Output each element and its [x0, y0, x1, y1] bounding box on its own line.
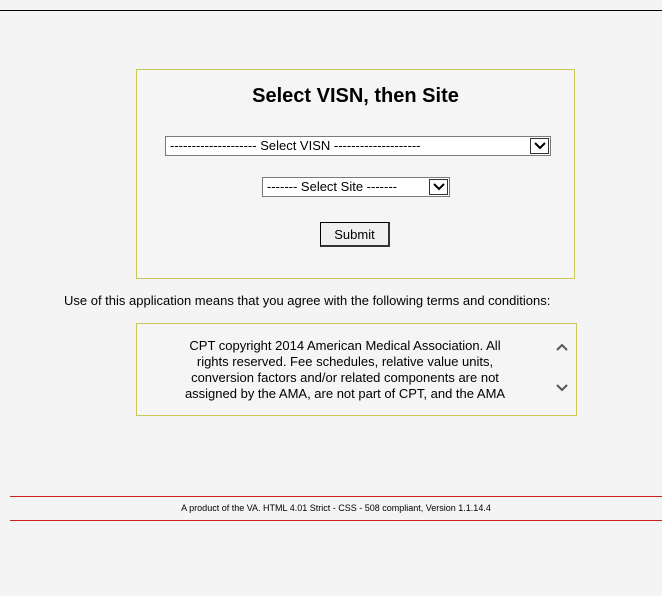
terms-intro-text: Use of this application means that you a…	[64, 293, 551, 308]
terms-line: rights reserved. Fee schedules, relative…	[196, 354, 494, 369]
selection-panel: Select VISN, then Site -----------------…	[136, 69, 575, 279]
chevron-down-icon[interactable]	[429, 179, 448, 195]
site-select-value: ------- Select Site -------	[267, 179, 397, 194]
chevron-down-icon[interactable]	[530, 138, 549, 154]
top-divider	[0, 10, 662, 11]
submit-button[interactable]: Submit	[320, 222, 390, 247]
terms-text: CPT copyright 2014 American Medical Asso…	[145, 338, 545, 402]
visn-select[interactable]: -------------------- Select VISN -------…	[165, 136, 551, 156]
visn-select-value: -------------------- Select VISN -------…	[170, 138, 421, 153]
terms-textarea[interactable]: CPT copyright 2014 American Medical Asso…	[136, 323, 577, 416]
page-title: Select VISN, then Site	[252, 85, 459, 107]
site-select[interactable]: ------- Select Site -------	[262, 177, 450, 197]
terms-line: conversion factors and/or related compon…	[191, 370, 499, 385]
footer-divider-top	[10, 496, 662, 497]
terms-line: CPT copyright 2014 American Medical Asso…	[189, 338, 501, 353]
scroll-up-icon[interactable]	[554, 340, 570, 352]
footer-text: A product of the VA. HTML 4.01 Strict - …	[181, 503, 491, 513]
footer-divider-bottom	[10, 520, 662, 521]
terms-line: assigned by the AMA, are not part of CPT…	[184, 386, 506, 401]
scroll-down-icon[interactable]	[554, 381, 570, 393]
